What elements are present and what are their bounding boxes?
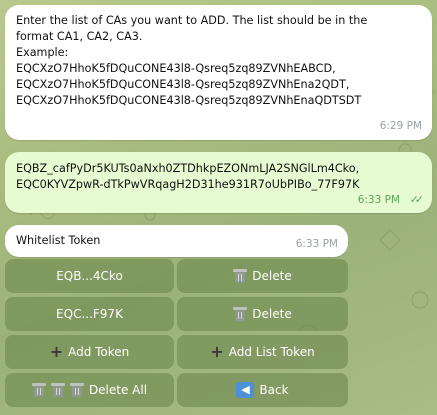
message-text-line: EQBZ_cafPyDr5KUTs0aNxh0ZTDhkpEZONmLJA2SN… xyxy=(16,162,360,175)
plus-icon: + xyxy=(210,342,224,361)
trash-icon xyxy=(233,306,248,322)
trash-icon xyxy=(50,382,65,398)
message-text-line: EQCXzO7HhoK5fDQuCONE43l8-Qsreq5zq89ZVNhE… xyxy=(16,94,362,107)
message-timestamp: 6:33 PM xyxy=(295,238,338,250)
delete-all-button[interactable]: Delete All xyxy=(5,373,174,407)
delete-token-button[interactable]: Delete xyxy=(177,297,348,331)
plus-icon: + xyxy=(49,342,64,361)
message-text: Whitelist Token xyxy=(16,234,101,247)
message-text-line: Example: xyxy=(16,46,69,59)
trash-icon xyxy=(69,382,84,398)
add-token-button[interactable]: + Add Token xyxy=(5,335,174,369)
delete-token-button[interactable]: Delete xyxy=(177,259,348,293)
add-list-token-button[interactable]: + Add List Token xyxy=(177,335,348,369)
double-check-icon: ✓✓ xyxy=(409,193,425,206)
button-label: Delete xyxy=(252,307,292,321)
user-reply-message: EQBZ_cafPyDr5KUTs0aNxh0ZTDhkpEZONmLJA2SN… xyxy=(5,152,432,213)
message-text-line: EQCXzO7HhoK5fDQuCONE43l8-Qsreq5zq89ZVNhE… xyxy=(16,78,350,91)
message-text-line: EQCXzO7HhoK5fDQuCONE43l8-Qsreq5zq89ZVNhE… xyxy=(16,62,336,75)
button-label: Delete All xyxy=(88,383,148,397)
message-text-line: EQC0KYVZpwR-dTkPwVRqagH2D31he931R7oUbPIB… xyxy=(16,178,360,191)
back-button[interactable]: ◀ Back xyxy=(177,373,348,407)
button-label: Add Token xyxy=(68,345,130,359)
button-label: EQB...4Cko xyxy=(56,269,123,283)
token-button-eqc[interactable]: EQC...F97K xyxy=(5,297,174,331)
instruction-message: Enter the list of CAs you want to ADD. T… xyxy=(5,5,432,140)
token-button-eqb[interactable]: EQB...4Cko xyxy=(5,259,174,293)
whitelist-token-message: Whitelist Token 6:33 PM xyxy=(5,225,348,257)
trash-icon xyxy=(233,268,248,284)
button-label: Add List Token xyxy=(228,345,315,359)
button-label: Delete xyxy=(252,269,292,283)
message-text-line: Enter the list of CAs you want to ADD. T… xyxy=(16,14,368,27)
message-text-line: format CA1, CA2, CA3. xyxy=(16,30,143,43)
button-label: EQC...F97K xyxy=(56,307,123,321)
back-arrow-icon: ◀ xyxy=(236,382,255,398)
button-label: Back xyxy=(259,383,289,397)
message-timestamp: 6:29 PM xyxy=(379,120,422,132)
message-timestamp: 6:33 PM xyxy=(357,194,400,206)
trash-icon xyxy=(31,382,46,398)
